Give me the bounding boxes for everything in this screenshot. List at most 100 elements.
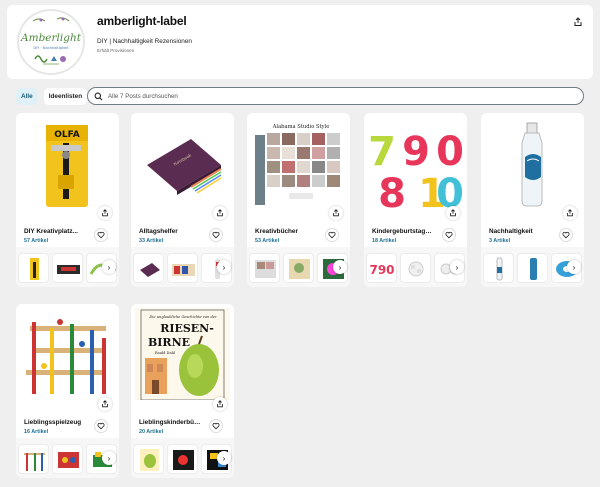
tab-all[interactable]: Alle	[16, 88, 38, 105]
carousel-next-button[interactable]: ›	[217, 451, 231, 465]
shop-logo[interactable]: Amberlight DIY · Nachhaltigkeit	[17, 9, 85, 75]
product-thumbnail[interactable]	[52, 253, 83, 283]
product-thumbnail[interactable]	[18, 253, 49, 283]
carousel-next-button[interactable]: ›	[102, 260, 116, 274]
collection-cover-image[interactable]: 7 9 0 8 1 0	[368, 117, 463, 209]
product-thumbnail[interactable]	[517, 253, 548, 283]
collection-card[interactable]: 7 9 0 8 1 0 Kindergeburtstags... 18 Arti…	[364, 113, 467, 287]
product-thumbnail[interactable]	[18, 444, 49, 474]
svg-text:8: 8	[378, 171, 406, 209]
collection-card[interactable]: Nachhaltigkeit 3 Artikel ›	[481, 113, 584, 287]
svg-text:OLFA: OLFA	[54, 130, 80, 140]
collection-title: Kreativbücher	[255, 228, 298, 235]
heart-icon	[97, 422, 105, 430]
svg-text:0: 0	[436, 171, 463, 209]
collection-title: DIY Kreativplatz...	[24, 228, 78, 235]
collection-cover-image[interactable]	[485, 117, 580, 209]
chevron-right-icon: ›	[455, 262, 459, 272]
svg-text:7: 7	[368, 129, 396, 175]
chevron-right-icon: ›	[338, 262, 342, 272]
chevron-right-icon: ›	[107, 453, 111, 463]
share-button[interactable]	[446, 206, 460, 220]
product-thumbnail[interactable]	[133, 444, 164, 474]
share-icon	[333, 209, 339, 217]
share-icon	[102, 400, 108, 408]
book-cover-author: Roald Dahl	[155, 351, 176, 355]
svg-text:790: 790	[369, 263, 394, 277]
share-icon	[217, 400, 223, 408]
product-thumbnail[interactable]: 790	[366, 253, 397, 283]
share-icon	[574, 17, 582, 26]
favorite-button[interactable]	[209, 419, 223, 433]
search-bar[interactable]	[87, 87, 584, 105]
collection-card[interactable]: Alabama Studio Style Kreativbücher 53 Ar…	[247, 113, 350, 287]
share-icon	[567, 209, 573, 217]
share-icon	[102, 209, 108, 217]
share-button[interactable]	[98, 206, 112, 220]
collection-title: Lieblingsspielzeug	[24, 419, 82, 426]
book-cover-line-2: RIESEN-	[160, 322, 214, 335]
collection-cover-image[interactable]: OLFA	[20, 117, 115, 209]
book-cover-title: Alabama Studio Style	[272, 124, 330, 130]
collection-title: Nachhaltigkeit	[489, 228, 533, 235]
logo-text: Amberlight	[20, 32, 82, 44]
collection-cover-image[interactable]: Die unglaubliche Geschichte von der RIES…	[135, 308, 230, 400]
share-button[interactable]	[213, 397, 227, 411]
carousel-next-button[interactable]: ›	[333, 260, 347, 274]
product-thumbnail[interactable]	[483, 253, 514, 283]
collection-count: 20 Artikel	[139, 429, 164, 435]
heart-icon	[212, 422, 220, 430]
share-button[interactable]	[98, 397, 112, 411]
collection-count: 33 Artikel	[139, 238, 164, 244]
chevron-right-icon: ›	[107, 262, 111, 272]
carousel-next-button[interactable]: ›	[102, 451, 116, 465]
share-button[interactable]	[213, 206, 227, 220]
svg-text:0: 0	[436, 129, 463, 175]
logo-subtext: DIY · Nachhaltigkeit	[33, 46, 69, 50]
favorite-button[interactable]	[325, 228, 339, 242]
favorite-button[interactable]	[209, 228, 223, 242]
book-cover-line-1: Die unglaubliche Geschichte von der	[148, 315, 216, 319]
collection-cover-image[interactable]	[20, 308, 115, 400]
product-thumbnail[interactable]	[249, 253, 280, 283]
collection-title: Alltagshelfer	[139, 228, 178, 235]
carousel-next-button[interactable]: ›	[217, 260, 231, 274]
collection-cover-image[interactable]: Alabama Studio Style	[251, 117, 346, 209]
favorite-button[interactable]	[94, 419, 108, 433]
favorite-button[interactable]	[94, 228, 108, 242]
product-thumbnail[interactable]	[400, 253, 431, 283]
shop-name: amberlight-label	[97, 14, 187, 28]
carousel-next-button[interactable]: ›	[567, 260, 581, 274]
collection-count: 53 Artikel	[255, 238, 280, 244]
heart-icon	[328, 231, 336, 239]
product-thumbnail[interactable]	[283, 253, 314, 283]
collection-card[interactable]: OLFA DIY Kreativplatz... 57 Artikel ›	[16, 113, 119, 287]
heart-icon	[445, 231, 453, 239]
collection-count: 18 Artikel	[372, 238, 397, 244]
shop-tagline: DIY | Nachhaltigkeit Rezensionen	[97, 38, 192, 45]
carousel-next-button[interactable]: ›	[450, 260, 464, 274]
product-thumbnail[interactable]	[167, 444, 198, 474]
collection-card[interactable]: Notebook Alltagshelfer 33 Artikel ›	[131, 113, 234, 287]
share-profile-button[interactable]	[570, 14, 586, 30]
share-icon	[217, 209, 223, 217]
profile-header: Amberlight DIY · Nachhaltigkeit amberlig…	[7, 5, 593, 79]
collection-count: 16 Artikel	[24, 429, 49, 435]
product-thumbnail[interactable]	[52, 444, 83, 474]
collection-cover-image[interactable]: Notebook	[135, 117, 230, 209]
commission-disclosure: Erhält Provisionen	[97, 48, 135, 53]
search-input[interactable]	[108, 92, 568, 100]
collection-card[interactable]: Lieblingsspielzeug 16 Artikel ›	[16, 304, 119, 478]
favorite-button[interactable]	[559, 228, 573, 242]
favorite-button[interactable]	[442, 228, 456, 242]
heart-icon	[562, 231, 570, 239]
collection-card[interactable]: Die unglaubliche Geschichte von der RIES…	[131, 304, 234, 478]
collection-title: Lieblingskinderbüc...	[139, 419, 201, 426]
share-button[interactable]	[329, 206, 343, 220]
tab-idea-lists[interactable]: Ideenlisten	[43, 88, 88, 105]
product-thumbnail[interactable]	[133, 253, 164, 283]
chevron-right-icon: ›	[222, 262, 226, 272]
share-button[interactable]	[563, 206, 577, 220]
product-thumbnail[interactable]	[167, 253, 198, 283]
collection-count: 3 Artikel	[489, 238, 511, 244]
